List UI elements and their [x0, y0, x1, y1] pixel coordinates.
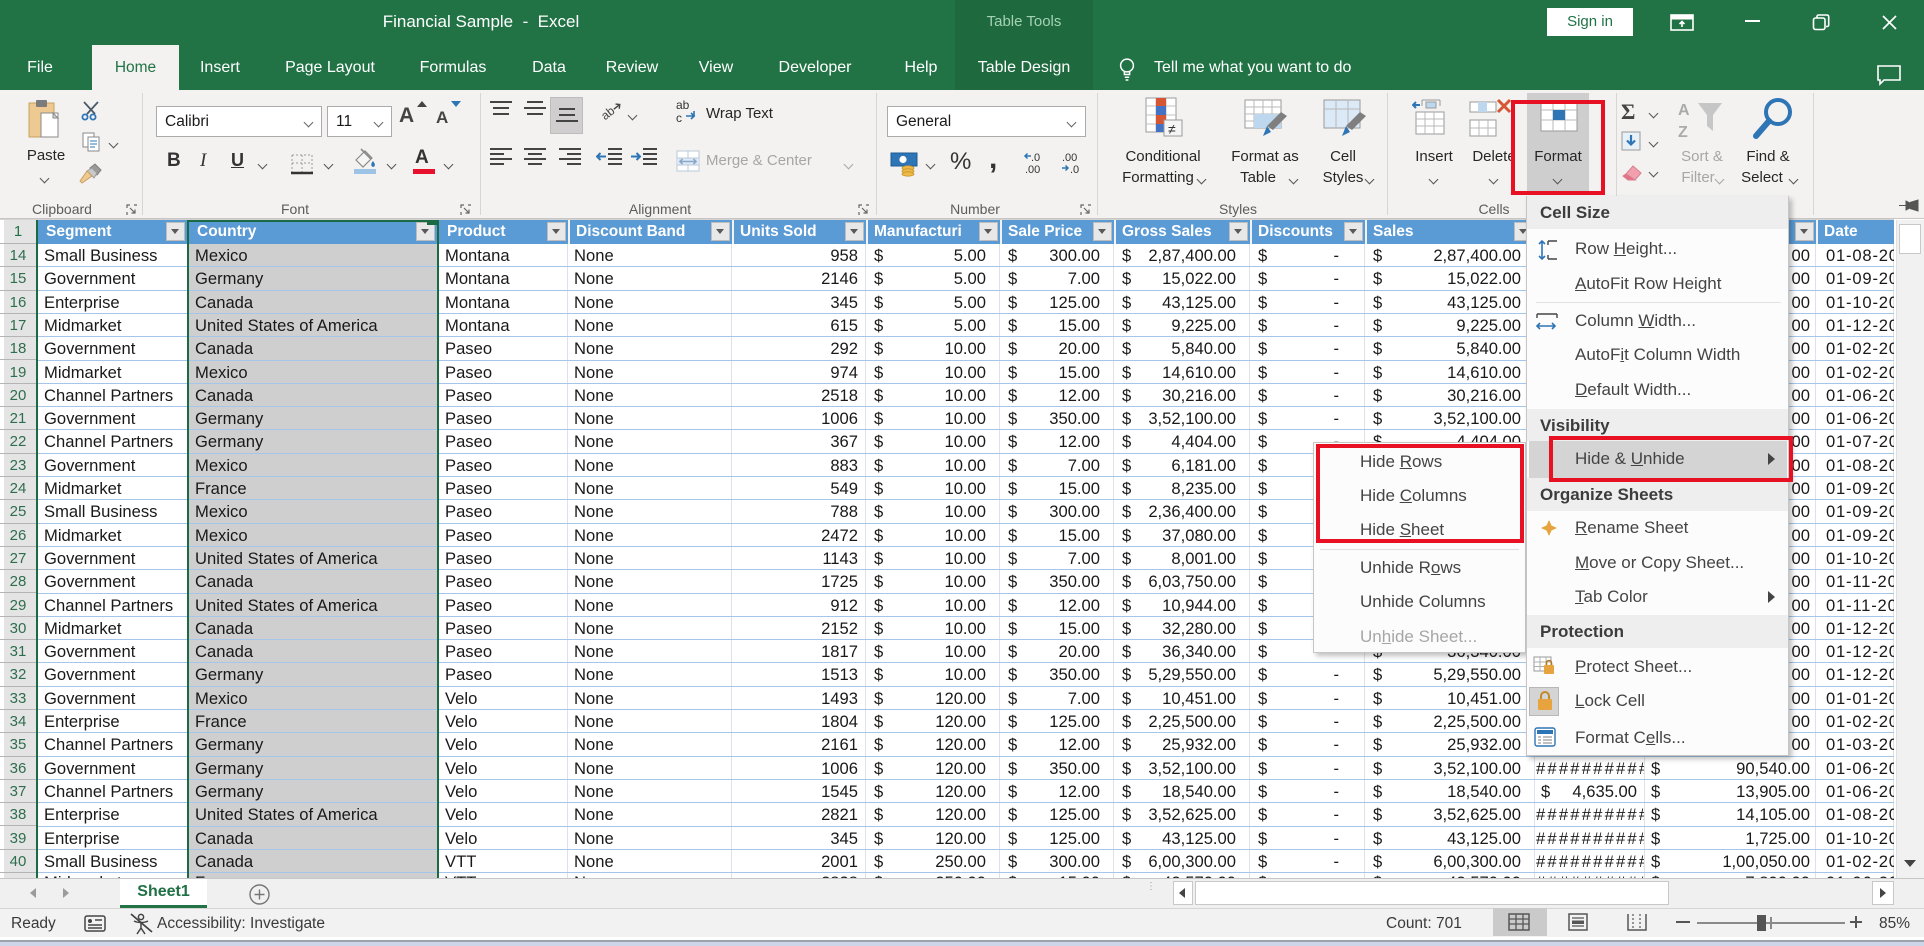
svg-text:.0: .0 [1031, 152, 1040, 164]
svg-text:Z: Z [1678, 124, 1688, 141]
svg-text:ab: ab [598, 103, 617, 122]
svg-text:≠: ≠ [1168, 121, 1176, 137]
svg-text:c: c [676, 111, 682, 123]
svg-text:A: A [1678, 102, 1690, 119]
svg-text:.00: .00 [1062, 152, 1077, 164]
svg-text:.0: .0 [1070, 164, 1079, 175]
svg-text:.00: .00 [1025, 164, 1040, 175]
